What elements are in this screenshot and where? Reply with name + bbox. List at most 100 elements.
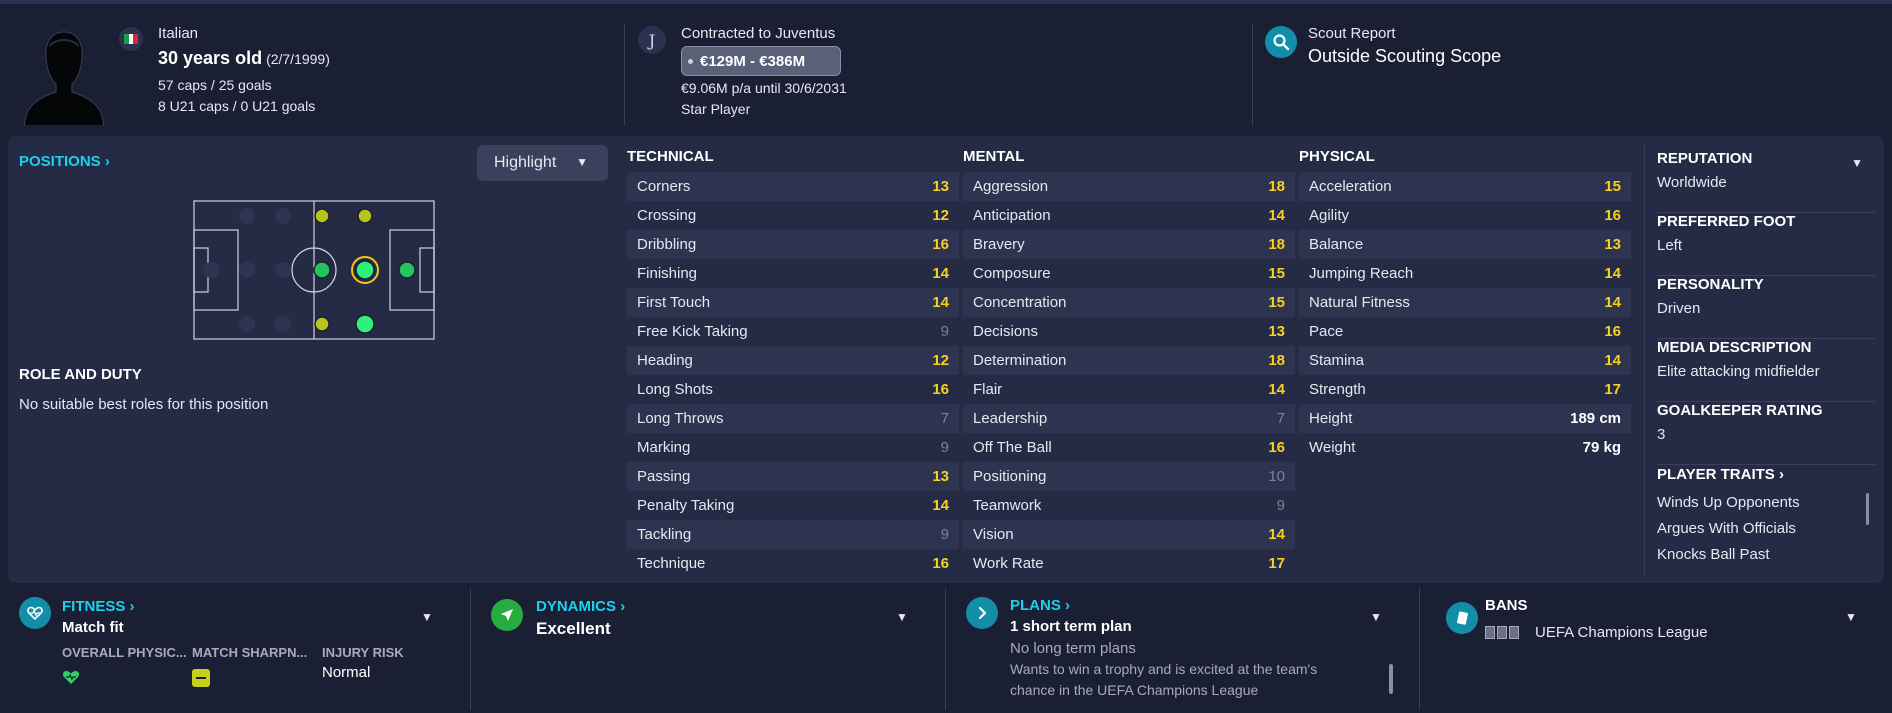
attribute-name: Finishing [637, 265, 698, 282]
attribute-value: 13 [932, 178, 949, 195]
attribute-value: 18 [1268, 352, 1285, 369]
attribute-row[interactable]: Off The Ball 16 [963, 433, 1295, 462]
chevron-down-icon[interactable]: ▼ [1370, 610, 1382, 624]
chevron-down-icon[interactable]: ▼ [1845, 610, 1857, 624]
attribute-row[interactable]: Composure 15 [963, 259, 1295, 288]
plans-scrollbar[interactable] [1389, 664, 1393, 694]
technical-attributes: TECHNICAL Corners 13 Crossing 12 Dribbling 16… [627, 148, 959, 578]
mental-title: MENTAL [963, 148, 1025, 165]
personality-label: PERSONALITY [1657, 276, 1764, 293]
chevron-down-icon[interactable]: ▼ [896, 610, 908, 624]
contract-text[interactable]: Contracted to Juventus [681, 25, 835, 42]
attribute-name: Leadership [973, 410, 1048, 427]
attribute-value: 9 [940, 526, 949, 543]
plans-link[interactable]: PLANS › [1010, 597, 1070, 614]
attribute-name: Natural Fitness [1309, 294, 1410, 311]
attribute-row[interactable]: Vision 14 [963, 520, 1295, 549]
attribute-row[interactable]: Stamina 14 [1299, 346, 1631, 375]
attribute-row[interactable]: Technique 16 [627, 549, 959, 578]
attribute-row[interactable]: Marking 9 [627, 433, 959, 462]
personality-block: PERSONALITY Driven [1657, 276, 1875, 339]
player-traits-link[interactable]: PLAYER TRAITS › [1657, 466, 1784, 483]
attribute-row[interactable]: Dribbling 16 [627, 230, 959, 259]
search-icon[interactable] [1265, 26, 1297, 58]
chevron-right-icon: › [1065, 597, 1071, 614]
chevron-down-icon[interactable]: ▼ [1851, 156, 1863, 170]
attribute-value: 14 [932, 265, 949, 282]
attribute-row[interactable]: First Touch 14 [627, 288, 959, 317]
scout-report-label: Scout Report [1308, 25, 1396, 42]
attribute-value: 16 [1268, 439, 1285, 456]
attribute-row[interactable]: Agility 16 [1299, 201, 1631, 230]
attribute-value: 15 [1604, 178, 1621, 195]
attribute-name: Jumping Reach [1309, 265, 1414, 282]
attribute-value: 189 cm [1570, 410, 1621, 427]
attribute-row[interactable]: Strength 17 [1299, 375, 1631, 404]
media-description-block: MEDIA DESCRIPTION Elite attacking midfie… [1657, 339, 1875, 402]
attribute-row[interactable]: Determination 18 [963, 346, 1295, 375]
player-age: 30 years old (2/7/1999) [158, 48, 330, 69]
attribute-row[interactable]: Flair 14 [963, 375, 1295, 404]
attribute-row[interactable]: Bravery 18 [963, 230, 1295, 259]
attribute-value: 15 [1268, 294, 1285, 311]
attribute-value: 14 [932, 294, 949, 311]
wage-text: €9.06M p/a until 30/6/2031 [681, 80, 847, 96]
fitness-value: Match fit [62, 619, 124, 636]
traits-scrollbar[interactable] [1866, 493, 1869, 525]
club-badge-icon[interactable]: J [638, 26, 666, 54]
attribute-name: Corners [637, 178, 691, 195]
attribute-name: Composure [973, 265, 1051, 282]
fitness-link[interactable]: FITNESS › [62, 598, 135, 615]
attribute-value: 18 [1268, 236, 1285, 253]
status-divider [945, 588, 946, 710]
attribute-value: 7 [1276, 410, 1285, 427]
personality-value: Driven [1657, 300, 1701, 317]
attribute-row[interactable]: Height 189 cm [1299, 404, 1631, 433]
plan-description-line1: Wants to win a trophy and is excited at … [1010, 661, 1318, 677]
position-dot [355, 314, 375, 334]
attribute-value: 7 [940, 410, 949, 427]
chevron-down-icon[interactable]: ▼ [421, 610, 433, 624]
attribute-row[interactable]: Long Throws 7 [627, 404, 959, 433]
attribute-row[interactable]: Work Rate 17 [963, 549, 1295, 578]
attribute-row[interactable]: Pace 16 [1299, 317, 1631, 346]
attribute-row[interactable]: Jumping Reach 14 [1299, 259, 1631, 288]
attribute-name: Vision [973, 526, 1014, 543]
reputation-block[interactable]: REPUTATION Worldwide ▼ [1657, 150, 1875, 213]
attribute-row[interactable]: Tackling 9 [627, 520, 959, 549]
highlight-dropdown[interactable]: Highlight ▼ [477, 145, 608, 181]
position-dot [314, 208, 330, 224]
attribute-row[interactable]: Positioning 10 [963, 462, 1295, 491]
ban-matches-indicator [1485, 626, 1519, 639]
attribute-value: 12 [932, 207, 949, 224]
attribute-row[interactable]: Concentration 15 [963, 288, 1295, 317]
attribute-row[interactable]: Heading 12 [627, 346, 959, 375]
attribute-row[interactable]: Balance 13 [1299, 230, 1631, 259]
attribute-row[interactable]: Decisions 13 [963, 317, 1295, 346]
attribute-row[interactable]: Acceleration 15 [1299, 172, 1631, 201]
trait-item: Argues With Officials [1657, 520, 1796, 537]
attribute-row[interactable]: Long Shots 16 [627, 375, 959, 404]
reputation-label: REPUTATION [1657, 150, 1753, 167]
attribute-row[interactable]: Corners 13 [627, 172, 959, 201]
attribute-row[interactable]: Teamwork 9 [963, 491, 1295, 520]
attribute-value: 14 [1604, 294, 1621, 311]
positions-link[interactable]: POSITIONS › [19, 153, 110, 170]
attribute-row[interactable]: Natural Fitness 14 [1299, 288, 1631, 317]
attribute-row[interactable]: Free Kick Taking 9 [627, 317, 959, 346]
player-avatar [23, 31, 105, 126]
attribute-row[interactable]: Finishing 14 [627, 259, 959, 288]
attribute-row[interactable]: Weight 79 kg [1299, 433, 1631, 462]
attribute-row[interactable]: Aggression 18 [963, 172, 1295, 201]
attribute-row[interactable]: Passing 13 [627, 462, 959, 491]
attribute-value: 12 [932, 352, 949, 369]
attribute-name: Free Kick Taking [637, 323, 748, 340]
attribute-row[interactable]: Leadership 7 [963, 404, 1295, 433]
nationality: Italian [158, 25, 199, 42]
dynamics-link[interactable]: DYNAMICS › [536, 598, 625, 615]
attribute-row[interactable]: Penalty Taking 14 [627, 491, 959, 520]
attribute-row[interactable]: Crossing 12 [627, 201, 959, 230]
attribute-value: 9 [940, 323, 949, 340]
attribute-row[interactable]: Anticipation 14 [963, 201, 1295, 230]
chevron-right-icon: › [620, 598, 626, 615]
